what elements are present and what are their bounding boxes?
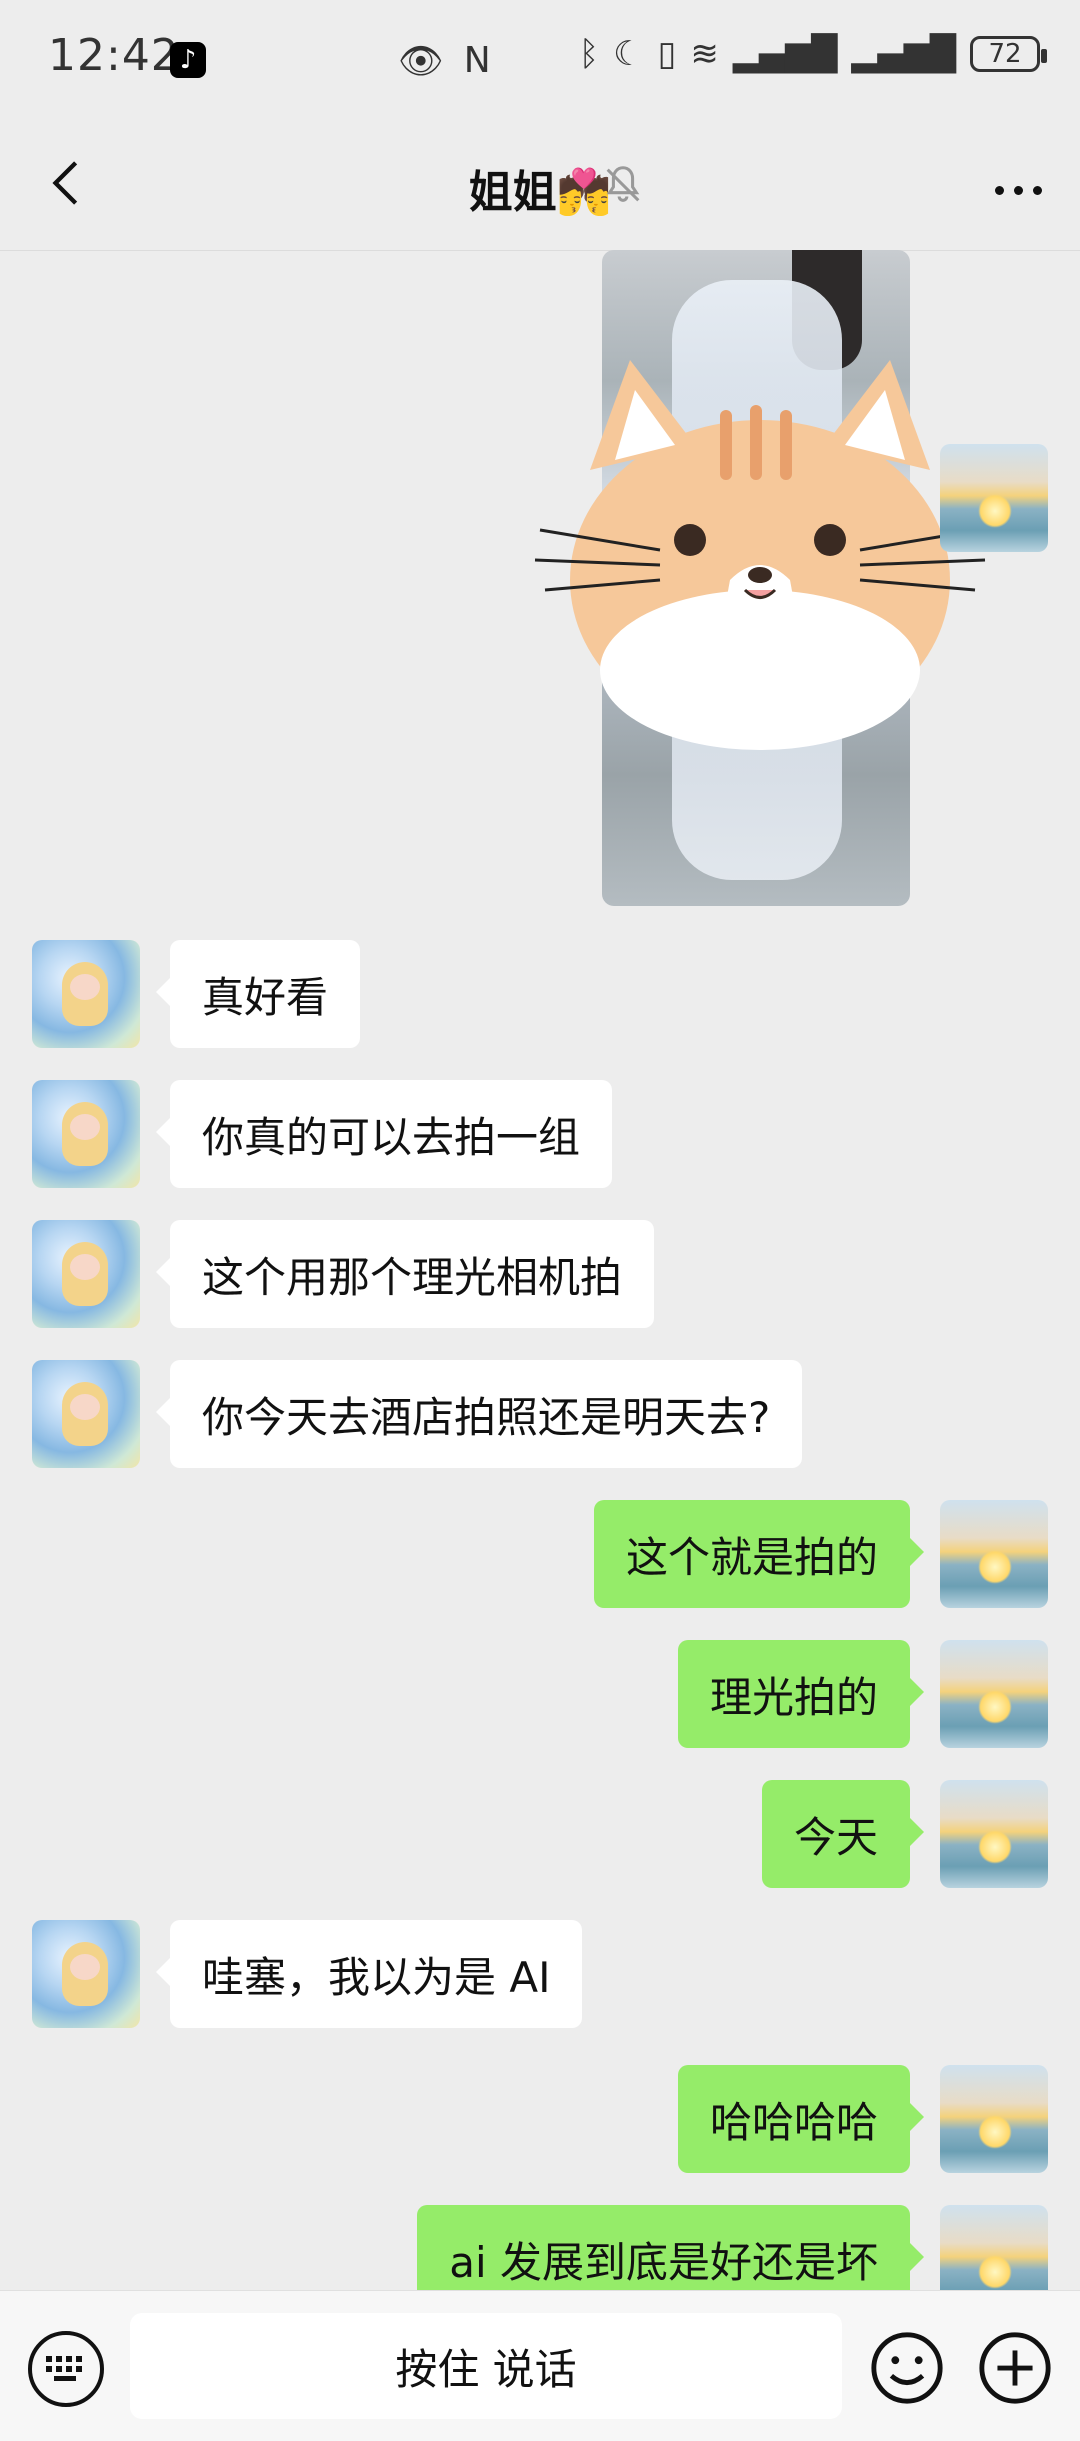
avatar-face — [70, 1114, 100, 1140]
avatar-contact[interactable] — [32, 1360, 140, 1468]
avatar-face — [70, 974, 100, 1000]
message-bubble-sent[interactable]: 今天 — [761, 1780, 925, 1888]
avatar-contact[interactable] — [32, 1220, 140, 1328]
message-row: 这个用那个理光相机拍 — [0, 1220, 1080, 1330]
avatar-contact[interactable] — [32, 1920, 140, 2028]
more-icon-dot — [1032, 185, 1042, 195]
emoji-icon[interactable] — [868, 2329, 946, 2407]
status-time: 12:42 — [48, 30, 180, 81]
message-row: 这个就是拍的 — [0, 1500, 1080, 1610]
status-icons-right: ᛒ ☾ ▯ ≋ ▂▄▆█ ▂▄▆█ 72 — [578, 34, 1047, 74]
message-bubble-received[interactable]: 你真的可以去拍一组 — [155, 1080, 613, 1188]
avatar-me[interactable] — [940, 2065, 1048, 2173]
avatar-face — [70, 1954, 100, 1980]
cat-sticker — [534, 360, 986, 750]
avatar-sun — [978, 1830, 1012, 1864]
status-icons-left: 👁 N — [398, 40, 491, 82]
more-button[interactable] — [986, 160, 1050, 220]
message-row: 理光拍的 — [0, 1640, 1080, 1750]
input-bar: 按住 说话 — [0, 2290, 1080, 2441]
eye-icon: 👁 — [398, 41, 444, 82]
bell-off-icon — [606, 166, 640, 202]
vibrate-icon: ▯ — [657, 34, 677, 74]
avatar-sun — [978, 1550, 1012, 1584]
wifi-icon: ≋ — [690, 34, 719, 74]
avatar-face — [70, 1254, 100, 1280]
keyboard-button[interactable] — [28, 2331, 104, 2407]
nfc-icon: N — [463, 40, 491, 81]
battery-icon: 72 — [970, 36, 1047, 72]
message-row: 你真的可以去拍一组 — [0, 1080, 1080, 1190]
avatar-sun — [978, 2115, 1012, 2149]
more-icon — [994, 185, 1004, 195]
plus-icon[interactable] — [976, 2329, 1054, 2407]
avatar-me[interactable] — [940, 1500, 1048, 1608]
avatar-contact[interactable] — [32, 1080, 140, 1188]
message-bubble-sent[interactable]: 哈哈哈哈 — [677, 2065, 925, 2173]
more-icon-dot — [1013, 185, 1023, 195]
avatar-face — [70, 1394, 100, 1420]
message-bubble-received[interactable]: 你今天去酒店拍照还是明天去? — [155, 1360, 803, 1468]
avatar-me[interactable] — [940, 2205, 1048, 2290]
avatar-me[interactable] — [940, 444, 1048, 552]
message-row: 今天 — [0, 1780, 1080, 1890]
avatar-sun — [978, 2255, 1012, 2289]
message-bubble-received[interactable]: 这个用那个理光相机拍 — [155, 1220, 655, 1328]
chat-title: 姐姐💏 — [468, 167, 612, 218]
chat-messages[interactable]: 真好看 你真的可以去拍一组 这个用那个理光相机拍 你今天去酒店拍照还是明天去? … — [0, 250, 1080, 2290]
signal-icon-2: ▂▄▆█ — [851, 34, 956, 74]
avatar-contact[interactable] — [32, 940, 140, 1048]
message-bubble-sent[interactable]: 这个就是拍的 — [593, 1500, 925, 1608]
battery-level: 72 — [988, 39, 1022, 69]
bluetooth-icon: ᛒ — [578, 34, 600, 74]
signal-icon: ▂▄▆█ — [732, 34, 838, 74]
message-row: 哇塞，我以为是 AI — [0, 1920, 1080, 2030]
avatar-me[interactable] — [940, 1640, 1048, 1748]
message-bubble-received[interactable]: 哇塞，我以为是 AI — [155, 1920, 583, 2028]
message-row: 真好看 — [0, 940, 1080, 1050]
avatar-sun — [978, 494, 1012, 528]
message-bubble-sent[interactable]: 理光拍的 — [677, 1640, 925, 1748]
message-bubble-received[interactable]: 真好看 — [155, 940, 361, 1048]
avatar-me[interactable] — [940, 1780, 1048, 1888]
hold-to-talk-button[interactable]: 按住 说话 — [130, 2313, 842, 2419]
tiktok-icon: ♪ — [170, 42, 206, 78]
message-row: 哈哈哈哈 — [0, 2065, 1080, 2175]
message-row: ai 发展到底是好还是坏 — [0, 2205, 1080, 2290]
message-bubble-sent[interactable]: ai 发展到底是好还是坏 — [417, 2205, 924, 2290]
moon-icon: ☾ — [613, 34, 644, 74]
avatar-sun — [978, 1690, 1012, 1724]
status-bar: 12:42 ♪ 👁 N ᛒ ☾ ▯ ≋ ▂▄▆█ ▂▄▆█ 72 — [0, 0, 1080, 120]
chat-header: 姐姐💏 — [0, 120, 1080, 251]
keyboard-icon — [46, 2356, 82, 2381]
message-row: 你今天去酒店拍照还是明天去? — [0, 1360, 1080, 1470]
